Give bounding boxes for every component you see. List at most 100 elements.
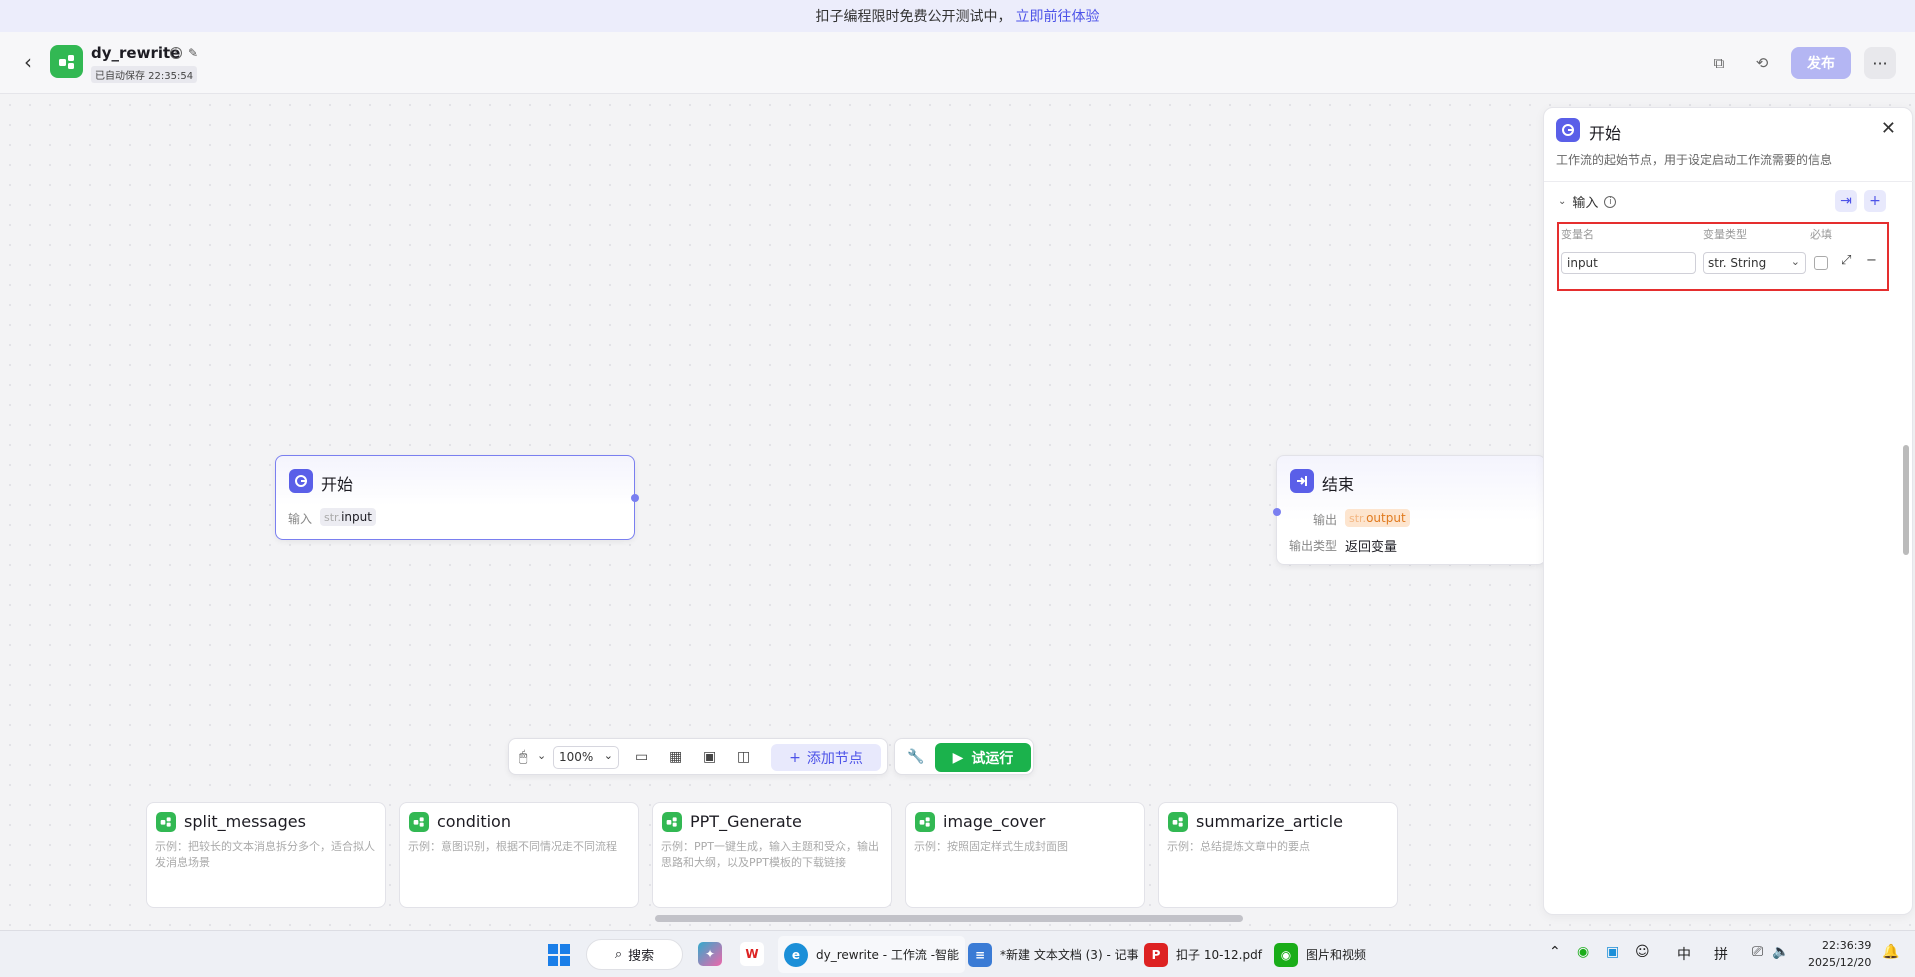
- template-desc: 示例：总结提炼文章中的要点: [1167, 840, 1310, 853]
- remove-icon[interactable]: −: [1866, 253, 1877, 268]
- expand-icon[interactable]: ⤢: [1841, 253, 1851, 268]
- taskbar-search[interactable]: ⌕ 搜索: [586, 939, 683, 970]
- volume-icon[interactable]: 🔈: [1772, 944, 1789, 960]
- vertical-scrollbar[interactable]: [1903, 445, 1909, 555]
- taskbar-app-label: *新建 文本文档 (3) - 记事: [1000, 948, 1139, 962]
- edit-icon[interactable]: ✎: [188, 46, 198, 60]
- required-checkbox[interactable]: [1814, 256, 1828, 270]
- end-node[interactable]: 结束 输出 str.output 输出类型 返回变量: [1273, 455, 1546, 565]
- wrench-icon[interactable]: 🔧: [907, 749, 924, 765]
- template-card[interactable]: split_messages 示例：把较长的文本消息拆分多个，适合拟人发消息场景: [146, 802, 386, 908]
- taskbar-app-pdf[interactable]: P 扣子 10-12.pdf: [1138, 936, 1268, 973]
- plus-icon: +: [789, 749, 801, 766]
- network-icon[interactable]: ⎚: [1752, 944, 1763, 960]
- search-label: 搜索: [628, 949, 655, 964]
- end-node-icon: [1290, 469, 1314, 493]
- template-title: split_messages: [184, 812, 306, 831]
- comment-icon[interactable]: ▭: [635, 749, 648, 765]
- end-output-tag: str.output: [1345, 509, 1410, 527]
- taskbar-app-label: dy_rewrite - 工作流 -智能: [816, 948, 960, 962]
- template-desc: 示例：按照固定样式生成封面图: [914, 840, 1068, 853]
- template-card[interactable]: image_cover 示例：按照固定样式生成封面图: [905, 802, 1145, 908]
- type-prefix: str.: [1349, 512, 1367, 525]
- info-icon[interactable]: i: [1604, 195, 1617, 208]
- layout-icon[interactable]: ▦: [669, 749, 682, 765]
- minimap-icon[interactable]: ◫: [737, 749, 750, 765]
- template-card[interactable]: condition 示例：意图识别，根据不同情况走不同流程: [399, 802, 639, 908]
- chevron-down-icon[interactable]: ⌄: [1558, 196, 1566, 207]
- output-type-label: 输出类型: [1289, 539, 1338, 553]
- zoom-select[interactable]: 100% ⌄: [553, 746, 619, 769]
- variable-name-input[interactable]: input: [1561, 252, 1696, 274]
- windows-taskbar: ⌕ 搜索 ✦ W e dy_rewrite - 工作流 -智能 ≡ *新建 文本…: [0, 930, 1915, 977]
- chevron-up-icon[interactable]: ⌃: [1549, 944, 1561, 960]
- clock-time: 22:36:39: [1822, 939, 1872, 952]
- ime-chinese[interactable]: 中: [1677, 944, 1691, 964]
- workflow-icon: [915, 812, 935, 832]
- ime-pinyin[interactable]: 拼: [1714, 944, 1728, 964]
- windows-start-icon[interactable]: [548, 944, 570, 966]
- workflow-icon: [662, 812, 682, 832]
- back-arrow-icon[interactable]: ‹: [24, 50, 32, 74]
- zoom-value: 100%: [559, 750, 594, 764]
- publish-button[interactable]: 发布: [1791, 47, 1851, 79]
- column-header-required: 必填: [1810, 228, 1832, 241]
- workflow-icon: [1168, 812, 1188, 832]
- section-title: 输入: [1572, 196, 1599, 211]
- import-icon[interactable]: ⇥: [1835, 190, 1857, 212]
- history-icon[interactable]: ⟲: [1748, 49, 1776, 77]
- test-run-button[interactable]: ▶ 试运行: [935, 743, 1031, 772]
- workflow-icon: [156, 812, 176, 832]
- play-icon: ▶: [952, 749, 964, 766]
- workflow-name: dy_rewrite: [91, 44, 181, 62]
- qq-tray-icon[interactable]: ☺: [1635, 944, 1650, 960]
- taskbar-app-edge[interactable]: e dy_rewrite - 工作流 -智能: [778, 936, 966, 973]
- more-button[interactable]: ···: [1864, 47, 1896, 79]
- taskbar-app-wechat[interactable]: ◉ 图片和视频: [1268, 936, 1372, 973]
- chevron-down-icon[interactable]: ⌄: [537, 749, 546, 762]
- start-var-name: input: [341, 510, 372, 524]
- template-card[interactable]: summarize_article 示例：总结提炼文章中的要点: [1158, 802, 1398, 908]
- start-node-icon: [1556, 118, 1580, 142]
- start-node-title: 开始: [321, 475, 354, 494]
- template-card[interactable]: PPT_Generate 示例：PPT一键生成，输入主题和受众，输出思路和大纲，…: [652, 802, 892, 908]
- banner-text: 扣子编程限时免费公开测试中，: [815, 9, 1012, 25]
- variable-type-select[interactable]: str. String ⌄: [1703, 252, 1806, 274]
- mouse-mode-icon[interactable]: 🖱: [519, 749, 527, 765]
- image-icon[interactable]: ▣: [703, 749, 716, 765]
- taskbar-app-notepad[interactable]: ≡ *新建 文本文档 (3) - 记事: [962, 936, 1145, 973]
- taskbar-app-label: 扣子 10-12.pdf: [1176, 948, 1262, 962]
- taskbar-app-label: 图片和视频: [1306, 948, 1367, 962]
- notepad-icon: ≡: [968, 942, 992, 967]
- type-prefix: str.: [324, 511, 342, 524]
- start-node[interactable]: 开始 输入 str.input: [275, 455, 639, 540]
- column-header-name: 变量名: [1561, 228, 1594, 241]
- input-section-header[interactable]: ⌄ 输入 i: [1558, 192, 1617, 211]
- variable-type-value: str. String: [1708, 256, 1767, 270]
- pdf-icon: P: [1144, 942, 1168, 967]
- edge-icon: e: [784, 942, 808, 967]
- banner-link[interactable]: 立即前往体验: [1016, 6, 1100, 26]
- workflow-header: ‹ dy_rewrite i ✎ 已自动保存 22:35:54 ⧉ ⟲ 发布 ·…: [0, 32, 1915, 94]
- template-title: condition: [437, 812, 511, 831]
- add-node-button[interactable]: + 添加节点: [771, 744, 881, 771]
- end-output-label: 输出: [1313, 513, 1338, 527]
- bell-icon[interactable]: 🔔: [1882, 944, 1899, 960]
- copy-icon[interactable]: ⧉: [1705, 49, 1733, 77]
- close-icon[interactable]: ✕: [1881, 118, 1896, 139]
- system-clock[interactable]: 22:36:39 2025/12/20: [1808, 937, 1871, 971]
- add-node-label: 添加节点: [806, 750, 863, 767]
- app-tray-icon[interactable]: ▣: [1606, 944, 1619, 960]
- info-icon[interactable]: i: [170, 47, 182, 59]
- add-variable-button[interactable]: +: [1864, 190, 1886, 212]
- wps-icon[interactable]: W: [740, 942, 764, 966]
- horizontal-scrollbar[interactable]: [655, 915, 1243, 922]
- test-run-label: 试运行: [971, 750, 1014, 767]
- node-config-panel: 开始 ✕ 工作流的起始节点，用于设定启动工作流需要的信息 ⌄ 输入 i ⇥ + …: [1543, 107, 1914, 915]
- template-desc: 示例：PPT一键生成，输入主题和受众，输出思路和大纲，以及PPT模板的下载链接: [661, 840, 879, 869]
- start-output-port[interactable]: [631, 494, 639, 502]
- wechat-tray-icon[interactable]: ◉: [1577, 944, 1589, 960]
- copilot-icon[interactable]: ✦: [698, 942, 722, 966]
- workflow-app-icon: [50, 45, 83, 78]
- end-input-port[interactable]: [1273, 508, 1281, 516]
